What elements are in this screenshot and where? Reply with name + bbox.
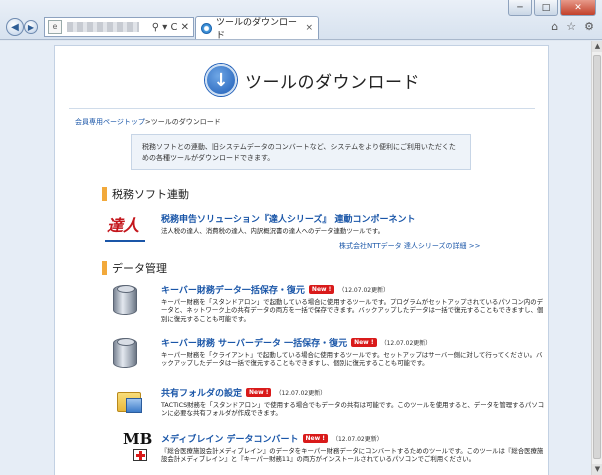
tatsujin-link[interactable]: 税務申告ソリューション『達人シリーズ』 連動コンポーネント xyxy=(161,212,416,225)
breadcrumb: 会員専用ページトップ>ツールのダウンロード xyxy=(75,117,221,127)
tab-tools-download[interactable]: ツールのダウンロード × xyxy=(195,16,319,41)
item-title-row: キーバー財務データ一括保存・復元 New ! （12.07.02更新） xyxy=(161,283,389,296)
scroll-up-icon[interactable]: ▲ xyxy=(592,41,602,52)
new-badge: New ! xyxy=(308,285,335,294)
favorites-icon[interactable]: ☆ xyxy=(566,20,576,33)
section-marker xyxy=(102,187,107,201)
back-button[interactable]: ◀ xyxy=(6,18,24,36)
medibrain-logo-icon: MB xyxy=(103,430,152,466)
shared-folder-icon xyxy=(103,386,147,420)
server-backup-link[interactable]: キーバー財務 サーバーデータ 一括保存・復元 xyxy=(161,336,347,349)
item-description: 『総合医療施設会計メディブレイン』のデータをキーパー財務データにコンバートするた… xyxy=(161,447,544,464)
close-window-button[interactable]: ✕ xyxy=(560,0,596,16)
viewport: ↓ ツールのダウンロード 会員専用ページトップ>ツールのダウンロード 税務ソフト… xyxy=(0,41,591,475)
item-description: キーパー財務を「クライアント」で起動している場合に使用するツールです。セットアッ… xyxy=(161,351,543,368)
page-header: ↓ ツールのダウンロード xyxy=(205,64,420,96)
scroll-down-icon[interactable]: ▼ xyxy=(592,464,602,475)
medibrain-convert-link[interactable]: メディブレイン データコンバート xyxy=(161,432,299,445)
settings-icon[interactable]: ⚙ xyxy=(584,20,594,33)
item-title-row: 税務申告ソリューション『達人シリーズ』 連動コンポーネント xyxy=(161,212,416,225)
download-icon: ↓ xyxy=(205,64,237,96)
address-action-icons[interactable]: ⚲ ▾ C ✕ xyxy=(152,22,189,33)
breadcrumb-link-member-top[interactable]: 会員専用ページトップ xyxy=(75,118,145,126)
item-title-row: キーバー財務 サーバーデータ 一括保存・復元 New ! （12.07.02更新… xyxy=(161,336,431,349)
database-icon xyxy=(103,336,147,370)
updated-date: （12.07.02更新） xyxy=(338,287,390,294)
item-description: TACTiCS財務を「スタンドアロン」で使用する場合でもデータの共有は可能です。… xyxy=(161,401,545,418)
section-heading-tax: 税務ソフト連動 xyxy=(102,186,189,202)
new-badge: New ! xyxy=(302,434,328,443)
page-title: ツールのダウンロード xyxy=(245,72,420,93)
window-controls: ─ □ ✕ xyxy=(508,0,596,16)
home-icon[interactable]: ⌂ xyxy=(551,20,558,33)
tool-item-tatsujin: 達人 税務申告ソリューション『達人シリーズ』 連動コンポーネント 法人税の達人、… xyxy=(103,212,416,246)
tab-title: ツールのダウンロード xyxy=(215,18,297,41)
section-heading-data: データ管理 xyxy=(102,260,167,276)
breadcrumb-current: ツールのダウンロード xyxy=(150,118,221,126)
tatsujin-logo-icon: 達人 xyxy=(103,212,147,246)
section-title: データ管理 xyxy=(112,262,167,275)
intro-box: 税務ソフトとの連動、旧システムデータのコンバートなど、システムをより便利にご利用… xyxy=(131,134,471,170)
address-url-obscured xyxy=(67,22,139,32)
address-bar[interactable]: e ⚲ ▾ C ✕ xyxy=(44,17,194,37)
browser-chrome: ─ □ ✕ ◀ ▶ e ⚲ ▾ C ✕ ツールのダウンロード × ⌂ ☆ ⚙ xyxy=(0,0,602,41)
forward-button[interactable]: ▶ xyxy=(24,20,38,34)
item-title-row: メディブレイン データコンバート New ! （12.07.02更新） xyxy=(161,432,383,445)
title-divider xyxy=(69,108,535,109)
section-title: 税務ソフト連動 xyxy=(112,188,189,201)
vertical-scrollbar[interactable]: ▲ ▼ xyxy=(591,41,602,475)
page-content: ↓ ツールのダウンロード 会員専用ページトップ>ツールのダウンロード 税務ソフト… xyxy=(54,45,549,475)
intro-text: 税務ソフトとの連動、旧システムデータのコンバートなど、システムをより便利にご利用… xyxy=(142,143,456,162)
updated-date: （12.07.02更新） xyxy=(380,340,432,347)
page-icon: e xyxy=(48,20,62,34)
backup-restore-link[interactable]: キーバー財務データ一括保存・復元 xyxy=(161,283,305,296)
item-description: 法人税の達人、消費税の達人、内訳概況書の達人へのデータ連動ツールです。 xyxy=(161,227,385,235)
maximize-button[interactable]: □ xyxy=(534,0,558,16)
minimize-button[interactable]: ─ xyxy=(508,0,532,16)
toolbar-icons: ⌂ ☆ ⚙ xyxy=(551,20,594,33)
tatsujin-details-link[interactable]: 株式会社NTTデータ 達人シリーズの詳細 >> xyxy=(339,241,481,251)
new-badge: New ! xyxy=(246,388,272,397)
section-marker xyxy=(102,261,107,275)
mb-logo-text: MB xyxy=(123,430,153,448)
tab-close-icon[interactable]: × xyxy=(305,23,313,33)
ie-icon xyxy=(201,22,212,34)
item-description: キーパー財務を「スタンドアロン」で起動している場合に使用するツールです。プログラ… xyxy=(161,298,544,323)
updated-date: （12.07.02更新） xyxy=(275,390,327,397)
updated-date: （12.07.02更新） xyxy=(331,436,383,443)
shared-folder-link[interactable]: 共有フォルダの設定 xyxy=(161,386,242,399)
item-title-row: 共有フォルダの設定 New ! （12.07.02更新） xyxy=(161,386,326,399)
medical-cross-icon xyxy=(133,449,147,461)
scroll-thumb[interactable] xyxy=(593,55,601,459)
database-icon xyxy=(103,283,147,317)
new-badge: New ! xyxy=(351,338,377,347)
